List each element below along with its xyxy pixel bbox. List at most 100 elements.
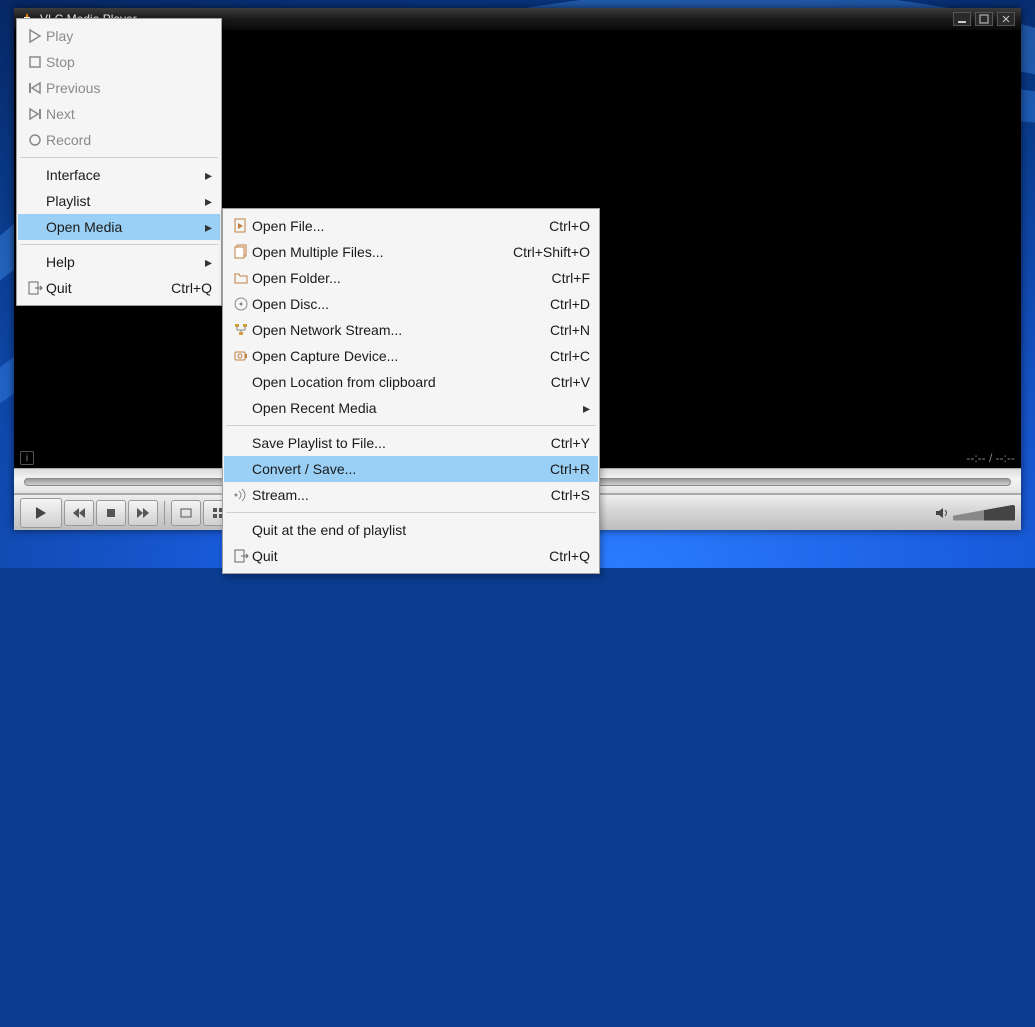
menu-item-label: Play — [46, 28, 212, 44]
record-outline-icon — [24, 131, 46, 149]
menu-item-open-recent-media[interactable]: Open Recent Media▸ — [224, 395, 598, 421]
menu-item-shortcut: Ctrl+Q — [549, 548, 590, 564]
blank-icon — [24, 253, 46, 271]
play-icon — [34, 506, 48, 520]
menu-item-open-folder[interactable]: Open Folder... Ctrl+F — [224, 265, 598, 291]
close-button[interactable] — [997, 12, 1015, 26]
menu-item-label: Open Network Stream... — [252, 322, 530, 338]
separator — [164, 501, 165, 525]
open-media-submenu: Open File... Ctrl+O Open Multiple Files...… — [222, 208, 600, 574]
menu-item-stream[interactable]: Stream... Ctrl+S — [224, 482, 598, 508]
quit-icon — [230, 547, 252, 565]
menu-item-label: Open Multiple Files... — [252, 244, 493, 260]
menu-item-label: Open File... — [252, 218, 529, 234]
stop-outline-icon — [24, 53, 46, 71]
menu-separator — [20, 157, 218, 158]
menu-item-record: Record — [18, 127, 220, 153]
next-outline-icon — [24, 105, 46, 123]
submenu-arrow-icon: ▸ — [202, 219, 212, 236]
seek-back-button[interactable] — [64, 500, 94, 526]
menu-item-label: Interface — [46, 167, 202, 183]
fullscreen-button[interactable] — [171, 500, 201, 526]
menu-item-label: Save Playlist to File... — [252, 435, 531, 451]
menu-item-label: Stream... — [252, 487, 531, 503]
menu-item-stop: Stop — [18, 49, 220, 75]
menu-item-convert-save[interactable]: Convert / Save...Ctrl+R — [224, 456, 598, 482]
menu-item-open-capture-device[interactable]: Open Capture Device... Ctrl+C — [224, 343, 598, 369]
capture-icon — [230, 347, 252, 365]
menu-item-label: Open Location from clipboard — [252, 374, 531, 390]
menu-item-label: Playlist — [46, 193, 202, 209]
folder-icon — [230, 269, 252, 287]
time-elapsed: --:-- — [966, 451, 985, 465]
menu-separator — [226, 512, 596, 513]
blank-icon — [230, 373, 252, 391]
menu-item-shortcut: Ctrl+S — [551, 487, 590, 503]
menu-item-label: Open Folder... — [252, 270, 532, 286]
menu-item-play: Play — [18, 23, 220, 49]
volume-slider[interactable] — [953, 505, 1015, 521]
menu-separator — [226, 425, 596, 426]
menu-item-shortcut: Ctrl+D — [550, 296, 590, 312]
quit-icon — [24, 279, 46, 297]
menu-item-shortcut: Ctrl+F — [552, 270, 591, 286]
menu-item-previous: Previous — [18, 75, 220, 101]
menu-item-label: Record — [46, 132, 212, 148]
submenu-arrow-icon: ▸ — [202, 254, 212, 271]
blank-icon — [230, 521, 252, 539]
disc-icon — [230, 295, 252, 313]
blank-icon — [24, 166, 46, 184]
minimize-button[interactable] — [953, 12, 971, 26]
time-sep: / — [986, 451, 996, 465]
play-outline-icon — [24, 27, 46, 45]
menu-item-open-disc[interactable]: Open Disc... Ctrl+D — [224, 291, 598, 317]
stream-icon — [230, 486, 252, 504]
submenu-arrow-icon: ▸ — [580, 400, 590, 417]
menu-item-open-multiple-files[interactable]: Open Multiple Files...Ctrl+Shift+O — [224, 239, 598, 265]
menu-item-shortcut: Ctrl+Y — [551, 435, 590, 451]
menu-item-label: Previous — [46, 80, 212, 96]
seek-fwd-button[interactable] — [128, 500, 158, 526]
menu-item-help[interactable]: Help▸ — [18, 249, 220, 275]
file-play-icon — [230, 217, 252, 235]
menu-item-open-media[interactable]: Open Media▸ — [18, 214, 220, 240]
mute-button[interactable] — [933, 504, 951, 522]
menu-item-label: Quit at the end of playlist — [252, 522, 590, 538]
menu-item-label: Open Media — [46, 219, 202, 235]
menu-item-label: Open Capture Device... — [252, 348, 530, 364]
menu-item-label: Convert / Save... — [252, 461, 530, 477]
menu-item-playlist[interactable]: Playlist▸ — [18, 188, 220, 214]
files-icon — [230, 243, 252, 261]
menu-item-shortcut: Ctrl+N — [550, 322, 590, 338]
blank-icon — [24, 218, 46, 236]
menu-item-label: Help — [46, 254, 202, 270]
menu-item-next: Next — [18, 101, 220, 127]
stop-button[interactable] — [96, 500, 126, 526]
menu-item-label: Quit — [252, 548, 529, 564]
context-menu: PlayStopPreviousNextRecordInterface▸Play… — [16, 18, 222, 306]
menu-item-open-network-stream[interactable]: Open Network Stream... Ctrl+N — [224, 317, 598, 343]
blank-icon — [230, 434, 252, 452]
prev-outline-icon — [24, 79, 46, 97]
menu-item-shortcut: Ctrl+O — [549, 218, 590, 234]
menu-item-open-location-from-clipboard[interactable]: Open Location from clipboardCtrl+V — [224, 369, 598, 395]
maximize-button[interactable] — [975, 12, 993, 26]
play-button[interactable] — [20, 498, 62, 528]
menu-item-quit[interactable]: QuitCtrl+Q — [18, 275, 220, 301]
menu-item-quit[interactable]: Quit Ctrl+Q — [224, 543, 598, 569]
menu-item-open-file[interactable]: Open File... Ctrl+O — [224, 213, 598, 239]
info-icon[interactable]: i — [20, 451, 34, 465]
menu-separator — [20, 244, 218, 245]
submenu-arrow-icon: ▸ — [202, 193, 212, 210]
menu-item-label: Open Disc... — [252, 296, 530, 312]
menu-item-shortcut: Ctrl+C — [550, 348, 590, 364]
blank-icon — [230, 460, 252, 478]
time-total: --:-- — [996, 451, 1015, 465]
menu-item-label: Open Recent Media — [252, 400, 580, 416]
menu-item-interface[interactable]: Interface▸ — [18, 162, 220, 188]
menu-item-quit-at-the-end-of-playlist[interactable]: Quit at the end of playlist — [224, 517, 598, 543]
menu-item-save-playlist-to-file[interactable]: Save Playlist to File... Ctrl+Y — [224, 430, 598, 456]
menu-item-label: Stop — [46, 54, 212, 70]
blank-icon — [230, 399, 252, 417]
menu-item-label: Quit — [46, 280, 151, 296]
